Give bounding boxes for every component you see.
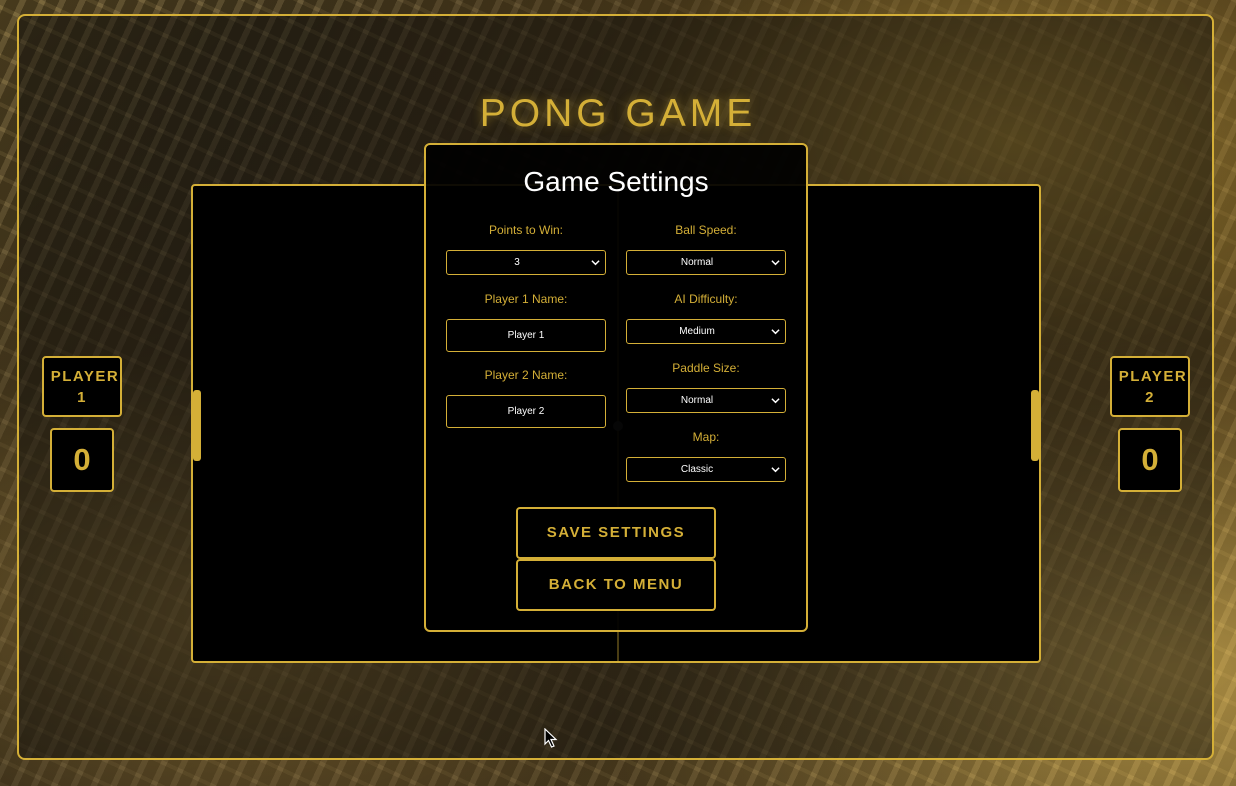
settings-title: Game Settings	[523, 166, 709, 197]
settings-modal: Game Settings Points to Win: 3 Player 1 …	[424, 143, 808, 632]
player1-name-label: Player 1 Name:	[484, 292, 568, 306]
map-value: Classic	[680, 464, 714, 475]
player1-label: PLAYER 1	[42, 356, 122, 417]
chevron-down-icon	[771, 467, 780, 473]
paddle-size-label: Paddle Size:	[672, 361, 740, 375]
save-settings-button[interactable]: SAVE SETTINGS	[516, 507, 716, 559]
map-label: Map:	[692, 430, 720, 444]
chevron-down-icon	[771, 398, 780, 404]
chevron-down-icon	[771, 329, 780, 335]
ball-speed-value: Normal	[680, 257, 714, 268]
left-paddle	[193, 390, 201, 461]
player1-label-word: PLAYER	[50, 368, 120, 385]
player1-name-input[interactable]: Player 1	[446, 319, 606, 352]
player2-score: 0	[1118, 428, 1182, 492]
ball-speed-label: Ball Speed:	[675, 223, 737, 237]
points-to-win-label: Points to Win:	[488, 223, 564, 237]
points-to-win-select[interactable]: 3	[446, 250, 606, 275]
player2-label: PLAYER 2	[1110, 356, 1190, 417]
back-to-menu-button[interactable]: BACK TO MENU	[516, 559, 716, 611]
player2-name-input[interactable]: Player 2	[446, 395, 606, 428]
player2-label-number: 2	[1145, 389, 1155, 406]
mouse-cursor-icon	[544, 728, 558, 748]
map-select[interactable]: Classic	[626, 457, 786, 482]
ai-difficulty-label: AI Difficulty:	[674, 292, 738, 306]
player1-label-number: 1	[77, 389, 87, 406]
game-title: PONG GAME	[479, 92, 757, 135]
player1-score: 0	[50, 428, 114, 492]
player2-name-label: Player 2 Name:	[484, 368, 568, 382]
chevron-down-icon	[591, 260, 600, 266]
right-paddle	[1031, 390, 1039, 461]
ai-difficulty-value: Medium	[679, 326, 715, 337]
paddle-size-select[interactable]: Normal	[626, 388, 786, 413]
points-to-win-value: 3	[514, 257, 520, 268]
player2-label-word: PLAYER	[1118, 368, 1188, 385]
ai-difficulty-select[interactable]: Medium	[626, 319, 786, 344]
chevron-down-icon	[771, 260, 780, 266]
ball-speed-select[interactable]: Normal	[626, 250, 786, 275]
paddle-size-value: Normal	[680, 395, 714, 406]
